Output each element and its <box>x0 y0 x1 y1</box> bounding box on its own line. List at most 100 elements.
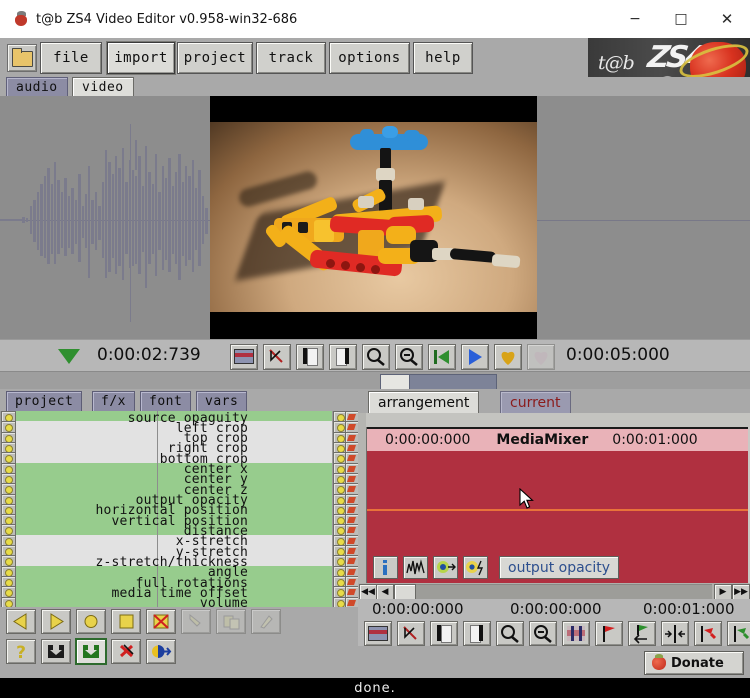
split-clip-icon[interactable] <box>562 621 590 646</box>
video-preview[interactable] <box>210 96 537 339</box>
parameter-action-column <box>332 411 358 607</box>
menu-item-track[interactable]: track <box>256 42 326 74</box>
tab-arrangement[interactable]: arrangement <box>368 391 480 413</box>
mark-out-icon[interactable] <box>463 621 491 646</box>
step-forward-icon[interactable] <box>41 609 71 634</box>
parameter-row[interactable]: volume <box>15 596 332 607</box>
menu-label: file <box>53 50 89 66</box>
scroll-track[interactable] <box>414 584 712 600</box>
timeline-timecode-cursor: 0:00:00:000 <box>510 600 602 618</box>
menu-item-import[interactable]: import <box>107 42 175 74</box>
tab-audio[interactable]: audio <box>6 77 68 98</box>
close-button[interactable]: ✕ <box>704 0 750 38</box>
tab-video[interactable]: video <box>72 77 134 98</box>
clip-strip-icon[interactable] <box>364 621 392 646</box>
menu-label: help <box>425 50 461 66</box>
menu-item-help[interactable]: help <box>413 42 473 74</box>
stage-scroll-handle[interactable] <box>380 374 410 390</box>
preview-stage <box>0 96 750 339</box>
tab-label: current <box>510 394 561 411</box>
import-black-icon[interactable] <box>41 639 71 664</box>
info-icon[interactable] <box>373 556 398 579</box>
tab-project[interactable]: project <box>6 391 83 412</box>
model-shadow-2 <box>237 169 319 209</box>
scroll-next-button[interactable]: ▶ <box>714 584 732 600</box>
copy-icon <box>216 609 246 634</box>
snap-center-icon[interactable] <box>661 621 689 646</box>
flag-drop-red-icon[interactable] <box>694 621 722 646</box>
scroll-thumb[interactable] <box>394 584 416 600</box>
tab-font[interactable]: font <box>140 391 192 412</box>
rewind-to-start-icon[interactable] <box>428 344 456 370</box>
fade-in-icon[interactable] <box>433 556 458 579</box>
export-icon[interactable] <box>146 639 176 664</box>
mark-in-icon[interactable] <box>430 621 458 646</box>
mark-out-icon[interactable] <box>329 344 357 370</box>
audio-waveform-left[interactable] <box>0 96 210 339</box>
playhead-triangle-icon[interactable] <box>58 349 80 364</box>
mark-in-icon[interactable] <box>296 344 324 370</box>
zoom-out-icon[interactable] <box>395 344 423 370</box>
waveform-icon[interactable] <box>403 556 428 579</box>
zoom-in-icon[interactable] <box>362 344 390 370</box>
zoom-in-icon[interactable] <box>496 621 524 646</box>
cut-icon[interactable] <box>397 621 425 646</box>
status-bar: done. <box>0 678 750 698</box>
stop-icon[interactable] <box>111 609 141 634</box>
timeline-scrollbar[interactable]: ◀◀ ◀ ▶ ▶▶ <box>358 583 750 600</box>
parameter-clear-knob[interactable] <box>345 596 358 607</box>
zoom-out-icon[interactable] <box>529 621 557 646</box>
menu-label: import <box>114 50 168 66</box>
lego-blue-knob-a <box>360 129 374 139</box>
view-tab-bar: audio video <box>0 77 750 98</box>
donate-label: Donate <box>671 655 724 671</box>
favourite-heart-disabled-icon[interactable] <box>527 344 555 370</box>
tab-current[interactable]: current <box>500 391 571 414</box>
timeline-timecode-end: 0:00:01:000 <box>643 600 735 618</box>
timeline-clip[interactable]: 0:00:00:000 MediaMixer 0:00:01:000 outpu… <box>367 427 748 585</box>
timeline-track-area[interactable]: 0:00:00:000 MediaMixer 0:00:01:000 outpu… <box>358 413 750 585</box>
tab-fx[interactable]: f/x <box>92 391 135 412</box>
fade-out-icon[interactable] <box>463 556 488 579</box>
scroll-first-button[interactable]: ◀◀ <box>359 584 377 600</box>
red-flag-icon[interactable] <box>595 621 623 646</box>
clip-start-time: 0:00:00:000 <box>385 432 471 448</box>
tab-label: font <box>149 394 183 409</box>
donate-button[interactable]: Donate <box>644 651 744 675</box>
delete-keyframe-icon[interactable] <box>146 609 176 634</box>
menu-item-file[interactable]: file <box>40 42 102 74</box>
title-bar: t@b ZS4 Video Editor v0.958-win32-686 − … <box>0 0 750 39</box>
clip-parameter-label[interactable]: output opacity <box>499 556 620 579</box>
cut-icon[interactable] <box>263 344 291 370</box>
import-green-icon[interactable] <box>76 639 106 664</box>
automation-line[interactable] <box>367 509 748 511</box>
arrangement-tab-bar: arrangement current <box>358 389 750 414</box>
parameter-rows: source opaguity left crop top crop right cr… <box>15 411 332 607</box>
menu-item-project[interactable]: project <box>177 42 253 74</box>
minimize-button[interactable]: − <box>612 0 658 38</box>
favourite-heart-icon[interactable] <box>494 344 522 370</box>
timeline-timecodes: 0:00:00:000 0:00:00:000 0:00:01:000 <box>358 599 750 619</box>
stage-scrollbar[interactable] <box>0 371 750 391</box>
menu-item-options[interactable]: options <box>329 42 410 74</box>
scroll-last-button[interactable]: ▶▶ <box>732 584 750 600</box>
step-back-icon[interactable] <box>6 609 36 634</box>
clip-header: 0:00:00:000 MediaMixer 0:00:01:000 <box>367 429 748 451</box>
audio-waveform-right[interactable] <box>537 96 750 339</box>
parameter-enable-knob[interactable] <box>1 596 16 607</box>
waveform-icon <box>0 124 208 322</box>
remove-icon[interactable] <box>111 639 141 664</box>
green-flag-left-icon[interactable] <box>628 621 656 646</box>
lego-blue-knob-c <box>404 130 420 141</box>
open-project-button[interactable] <box>7 44 37 72</box>
flag-drop-green-icon[interactable] <box>727 621 750 646</box>
maximize-button[interactable]: □ <box>658 0 704 38</box>
status-message: done. <box>354 680 396 696</box>
scroll-prev-button[interactable]: ◀ <box>376 584 394 600</box>
record-icon[interactable] <box>76 609 106 634</box>
clip-strip-icon[interactable] <box>230 344 258 370</box>
tab-vars[interactable]: vars <box>196 391 248 412</box>
help-icon[interactable]: ? <box>6 639 36 664</box>
play-icon[interactable] <box>461 344 489 370</box>
parameter-toolbar-row-1 <box>0 607 358 634</box>
